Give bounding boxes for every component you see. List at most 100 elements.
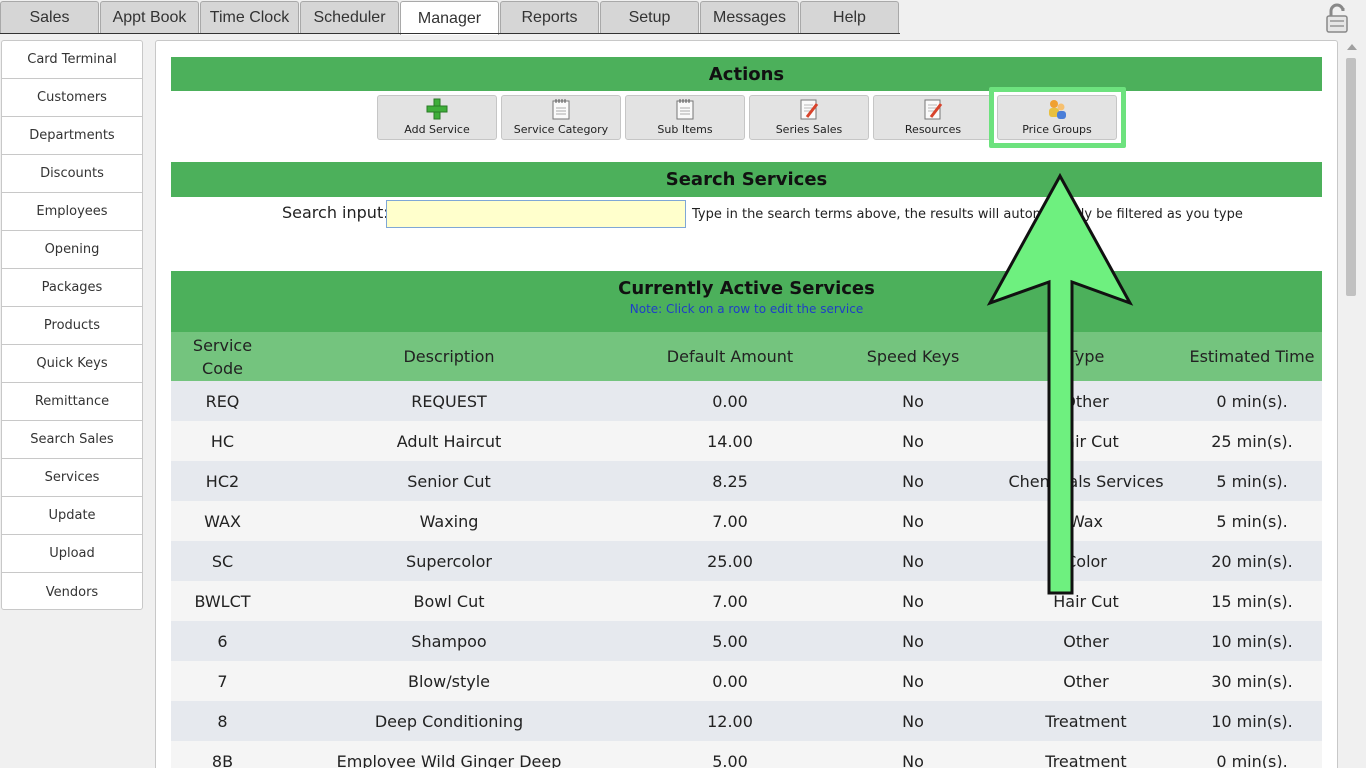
service-code-cell: REQ: [205, 391, 240, 411]
speed-keys-cell: No: [902, 591, 924, 611]
sidebar-item-quick-keys[interactable]: Quick Keys: [2, 345, 142, 383]
time-cell: 10 min(s).: [1211, 631, 1293, 651]
sub-items-button[interactable]: Sub Items: [625, 95, 745, 140]
active-services-title: Currently Active Services: [618, 278, 875, 299]
amount-cell: 7.00: [712, 591, 748, 611]
tab-time-clock[interactable]: Time Clock: [200, 1, 299, 34]
table-row[interactable]: 8B Employee Wild Ginger Deep 5.00 No Tre…: [171, 741, 1322, 768]
search-label: Search input:: [282, 203, 389, 222]
sidebar-item-products[interactable]: Products: [2, 307, 142, 345]
sidebar-item-customers[interactable]: Customers: [2, 79, 142, 117]
description-cell: Adult Haircut: [396, 431, 502, 451]
speed-keys-cell: No: [902, 511, 924, 531]
time-cell: 5 min(s).: [1216, 511, 1288, 531]
service-code-cell: WAX: [204, 511, 241, 531]
time-cell: 10 min(s).: [1211, 711, 1293, 731]
document-pencil-icon: [800, 99, 819, 120]
table-row[interactable]: HC2 Senior Cut 8.25 No Chemicals Service…: [171, 461, 1322, 501]
scroll-thumb[interactable]: [1346, 58, 1356, 296]
tab-divider: [0, 33, 900, 34]
lock-icon[interactable]: [1322, 2, 1352, 34]
active-services-header: Currently Active Services Note: Click on…: [171, 271, 1322, 332]
edit-note: Note: Click on a row to edit the service: [629, 302, 864, 316]
column-header-description[interactable]: Description: [274, 332, 624, 381]
sidebar-item-upload[interactable]: Upload: [2, 535, 142, 573]
tab-manager[interactable]: Manager: [400, 1, 499, 35]
table-row[interactable]: HC Adult Haircut 14.00 No Hair Cut 25 mi…: [171, 421, 1322, 461]
amount-cell: 25.00: [707, 551, 753, 571]
table-row[interactable]: 6 Shampoo 5.00 No Other 10 min(s).: [171, 621, 1322, 661]
vertical-scrollbar[interactable]: [1343, 40, 1360, 768]
type-cell: Treatment: [1045, 711, 1127, 731]
sub-items-label: Sub Items: [657, 123, 713, 136]
scroll-up-icon[interactable]: [1347, 44, 1357, 50]
time-cell: 20 min(s).: [1211, 551, 1293, 571]
type-cell: Treatment: [1045, 751, 1127, 768]
type-cell: Wax: [1068, 511, 1104, 531]
search-services-header: Search Services: [171, 162, 1322, 197]
tab-appt-book[interactable]: Appt Book: [100, 1, 199, 34]
tab-help[interactable]: Help: [800, 1, 899, 34]
type-cell: Other: [1063, 671, 1109, 691]
tab-reports[interactable]: Reports: [500, 1, 599, 34]
amount-cell: 0.00: [712, 391, 748, 411]
amount-cell: 14.00: [707, 431, 753, 451]
series-sales-button[interactable]: Series Sales: [749, 95, 869, 140]
speed-keys-cell: No: [902, 751, 924, 768]
column-header-estimated-time[interactable]: Estimated Time: [1182, 332, 1322, 381]
speed-keys-cell: No: [902, 631, 924, 651]
sidebar-item-search-sales[interactable]: Search Sales: [2, 421, 142, 459]
sidebar-item-update[interactable]: Update: [2, 497, 142, 535]
table-row[interactable]: WAX Waxing 7.00 No Wax 5 min(s).: [171, 501, 1322, 541]
resources-button[interactable]: Resources: [873, 95, 993, 140]
type-cell: Other: [1063, 631, 1109, 651]
sidebar-item-departments[interactable]: Departments: [2, 117, 142, 155]
add-service-button[interactable]: Add Service: [377, 95, 497, 140]
table-row[interactable]: 8 Deep Conditioning 12.00 No Treatment 1…: [171, 701, 1322, 741]
time-cell: 5 min(s).: [1216, 471, 1288, 491]
tab-scheduler[interactable]: Scheduler: [300, 1, 399, 34]
table-row[interactable]: BWLCT Bowl Cut 7.00 No Hair Cut 15 min(s…: [171, 581, 1322, 621]
sidebar-item-card-terminal[interactable]: Card Terminal: [2, 41, 142, 79]
sidebar-item-employees[interactable]: Employees: [2, 193, 142, 231]
time-cell: 0 min(s).: [1216, 391, 1288, 411]
tab-sales[interactable]: Sales: [0, 1, 99, 34]
service-code-cell: HC2: [205, 471, 240, 491]
tab-setup[interactable]: Setup: [600, 1, 699, 34]
service-category-label: Service Category: [513, 123, 609, 136]
sidebar: Card Terminal Customers Departments Disc…: [1, 40, 143, 610]
table-row[interactable]: REQ REQUEST 0.00 No Other 0 min(s).: [171, 381, 1322, 421]
speed-keys-cell: No: [902, 711, 924, 731]
service-code-cell: 6: [217, 631, 228, 651]
column-header-default-amount[interactable]: Default Amount: [624, 332, 836, 381]
type-cell: Color: [1065, 551, 1107, 571]
sidebar-item-discounts[interactable]: Discounts: [2, 155, 142, 193]
tab-messages[interactable]: Messages: [700, 1, 799, 34]
time-cell: 25 min(s).: [1211, 431, 1293, 451]
amount-cell: 5.00: [712, 631, 748, 651]
table-row[interactable]: 7 Blow/style 0.00 No Other 30 min(s).: [171, 661, 1322, 701]
service-category-button[interactable]: Service Category: [501, 95, 621, 140]
type-cell: Chemicals Services: [1008, 471, 1164, 491]
top-nav: Sales Appt Book Time Clock Scheduler Man…: [0, 0, 1366, 36]
sidebar-item-remittance[interactable]: Remittance: [2, 383, 142, 421]
table-row[interactable]: SC Supercolor 25.00 No Color 20 min(s).: [171, 541, 1322, 581]
column-header-type[interactable]: Type: [990, 332, 1182, 381]
type-cell: Hair Cut: [1053, 591, 1119, 611]
service-code-cell: HC: [210, 431, 235, 451]
time-cell: 30 min(s).: [1211, 671, 1293, 691]
price-groups-highlight: [989, 87, 1126, 148]
search-input[interactable]: [386, 200, 686, 228]
speed-keys-cell: No: [902, 671, 924, 691]
sidebar-item-opening[interactable]: Opening: [2, 231, 142, 269]
description-cell: Deep Conditioning: [374, 711, 524, 731]
document-pencil-icon: [924, 99, 943, 120]
sidebar-item-packages[interactable]: Packages: [2, 269, 142, 307]
sidebar-item-vendors[interactable]: Vendors: [2, 573, 142, 611]
service-code-cell: BWLCT: [194, 591, 251, 611]
column-header-speed-keys[interactable]: Speed Keys: [836, 332, 990, 381]
column-header-service-code[interactable]: Service Code: [171, 332, 274, 381]
description-cell: Blow/style: [407, 671, 491, 691]
sidebar-item-services[interactable]: Services: [2, 459, 142, 497]
amount-cell: 7.00: [712, 511, 748, 531]
